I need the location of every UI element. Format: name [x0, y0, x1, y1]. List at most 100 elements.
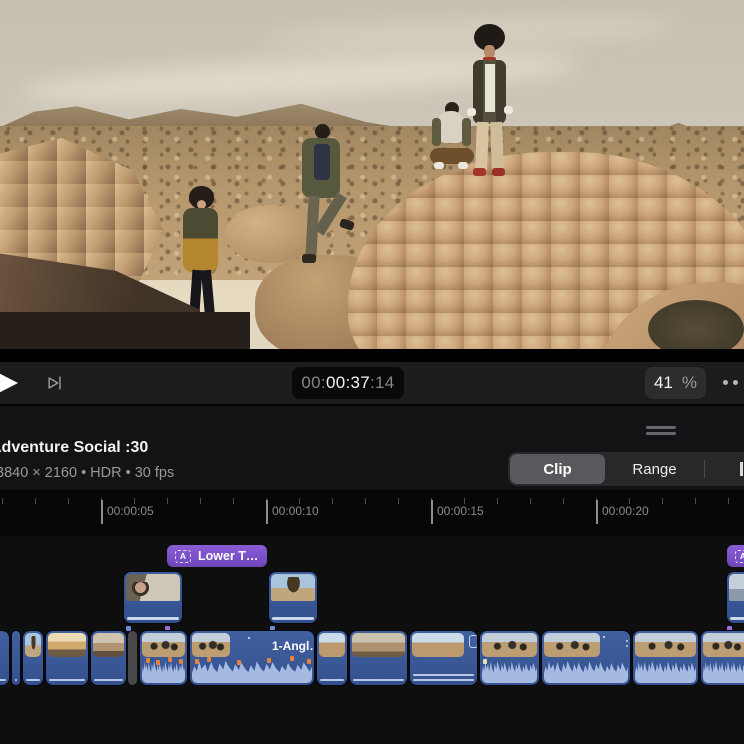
timeline-ruler[interactable]: 00:00:05 00:00:10 00:00:15 00:00:20	[0, 490, 744, 536]
peak-marker	[156, 660, 160, 665]
audio-strip	[413, 679, 474, 682]
clip-thumbnail	[48, 633, 86, 657]
clip-thumbnail	[703, 633, 744, 657]
timeline-header: Adventure Social :30 3840 × 2160 • HDR •…	[0, 404, 744, 490]
ruler-label: 00:00:10	[272, 504, 319, 518]
ruler-major-tick	[266, 500, 268, 524]
clip-thumbnail	[412, 633, 464, 657]
clip-thumbnail	[635, 633, 696, 657]
timeline-clip[interactable]	[140, 631, 187, 685]
audio-strip	[26, 679, 40, 682]
timeline-clip-angle[interactable]: 1-Angl…	[190, 631, 314, 685]
timecode-hours: 00:	[301, 373, 326, 393]
title-a-icon: A	[735, 550, 744, 563]
skip-to-end-icon[interactable]	[46, 374, 64, 392]
timeline-clip[interactable]	[633, 631, 698, 685]
timecode-display[interactable]: 00:00:37:14	[292, 367, 404, 399]
audio-strip	[413, 674, 474, 677]
timeline: A Lower T… A	[0, 536, 744, 744]
drag-handle[interactable]	[646, 426, 676, 438]
clip-thumbnail	[482, 633, 537, 657]
peak-marker	[237, 660, 241, 665]
clip-thumbnail	[319, 633, 345, 657]
timeline-clip[interactable]	[317, 631, 347, 685]
person-figure	[458, 24, 520, 176]
connected-clip[interactable]	[727, 572, 744, 623]
clip-thumbnail	[25, 633, 41, 657]
timecode-main: 00:37	[326, 373, 370, 393]
clip-thumbnail	[271, 574, 315, 601]
audio-strip	[320, 679, 344, 682]
audio-waveform	[703, 656, 744, 683]
peak-marker	[146, 658, 150, 663]
title-clip[interactable]: A Lower T…	[167, 545, 267, 567]
clip-label: 1-Angl…	[272, 639, 314, 653]
clip-range-segmented-control: Clip Range	[508, 452, 744, 486]
play-button[interactable]	[0, 366, 18, 400]
zoom-level-control[interactable]: 41 %	[645, 367, 706, 399]
audio-waveform	[482, 656, 537, 683]
ruler-major-tick	[101, 500, 103, 524]
audio-strip	[353, 679, 404, 682]
clip-thumbnail	[729, 574, 744, 601]
title-clip[interactable]: A	[727, 545, 744, 567]
audio-strip	[15, 679, 17, 682]
clip-thumbnail	[544, 633, 600, 657]
timeline-clip[interactable]	[12, 631, 20, 685]
timeline-clip[interactable]	[23, 631, 43, 685]
multicam-grid-icon	[248, 637, 268, 654]
timeline-clip[interactable]	[701, 631, 744, 685]
zoom-value: 41	[654, 373, 673, 393]
audio-strip	[272, 617, 314, 620]
ruler-label: 00:00:20	[602, 504, 649, 518]
zoom-unit: %	[682, 373, 697, 393]
timeline-clip[interactable]	[91, 631, 126, 685]
clip-thumbnail	[93, 633, 124, 657]
peak-marker	[483, 659, 487, 664]
timeline-clip[interactable]	[542, 631, 630, 685]
detail-dot	[626, 645, 628, 647]
timecode-frames: :14	[370, 373, 395, 393]
project-title: Adventure Social :30	[0, 439, 148, 457]
bush	[648, 300, 744, 349]
peak-marker	[207, 657, 211, 662]
peak-marker	[267, 658, 271, 663]
timeline-clip[interactable]	[480, 631, 539, 685]
peak-marker	[179, 659, 183, 664]
app-window: 00:00:37:14 41 % Adventure Social :30 38…	[0, 0, 744, 744]
segment-clip[interactable]: Clip	[510, 454, 605, 484]
timeline-clip[interactable]	[46, 631, 88, 685]
multicam-grid-icon	[603, 636, 623, 653]
peak-marker	[290, 656, 294, 661]
badge-fragment	[469, 635, 477, 648]
segment-divider	[704, 460, 705, 478]
peak-marker	[168, 657, 172, 662]
connected-clip[interactable]	[124, 572, 182, 623]
foreground-shadow	[0, 312, 250, 349]
ruler-label: 00:00:15	[437, 504, 484, 518]
video-preview[interactable]	[0, 0, 744, 349]
segment-range[interactable]: Range	[607, 452, 702, 486]
clip-thumbnail	[142, 633, 185, 657]
segment-cutoff-fragment	[740, 462, 743, 476]
clip-thumbnail	[192, 633, 230, 657]
clip-thumbnail	[126, 574, 180, 601]
project-specs: 3840 × 2160 • HDR • 30 fps	[0, 465, 174, 481]
gap-clip[interactable]	[128, 631, 137, 685]
clip-thumbnail	[352, 633, 405, 657]
person-figure	[288, 124, 354, 286]
audio-strip	[127, 617, 179, 620]
timeline-clip[interactable]	[350, 631, 407, 685]
detail-dot	[626, 640, 628, 642]
audio-strip	[0, 679, 6, 682]
transport-bar: 00:00:37:14 41 %	[0, 362, 744, 404]
timeline-clip[interactable]	[410, 631, 477, 685]
more-options-icon[interactable]	[723, 380, 738, 385]
timeline-clip[interactable]	[0, 631, 9, 685]
title-a-icon: A	[175, 550, 191, 563]
audio-strip	[94, 679, 123, 682]
audio-strip	[49, 679, 85, 682]
connected-clip[interactable]	[269, 572, 317, 623]
ruler-major-tick	[431, 500, 433, 524]
title-clip-label: Lower T…	[198, 549, 258, 563]
